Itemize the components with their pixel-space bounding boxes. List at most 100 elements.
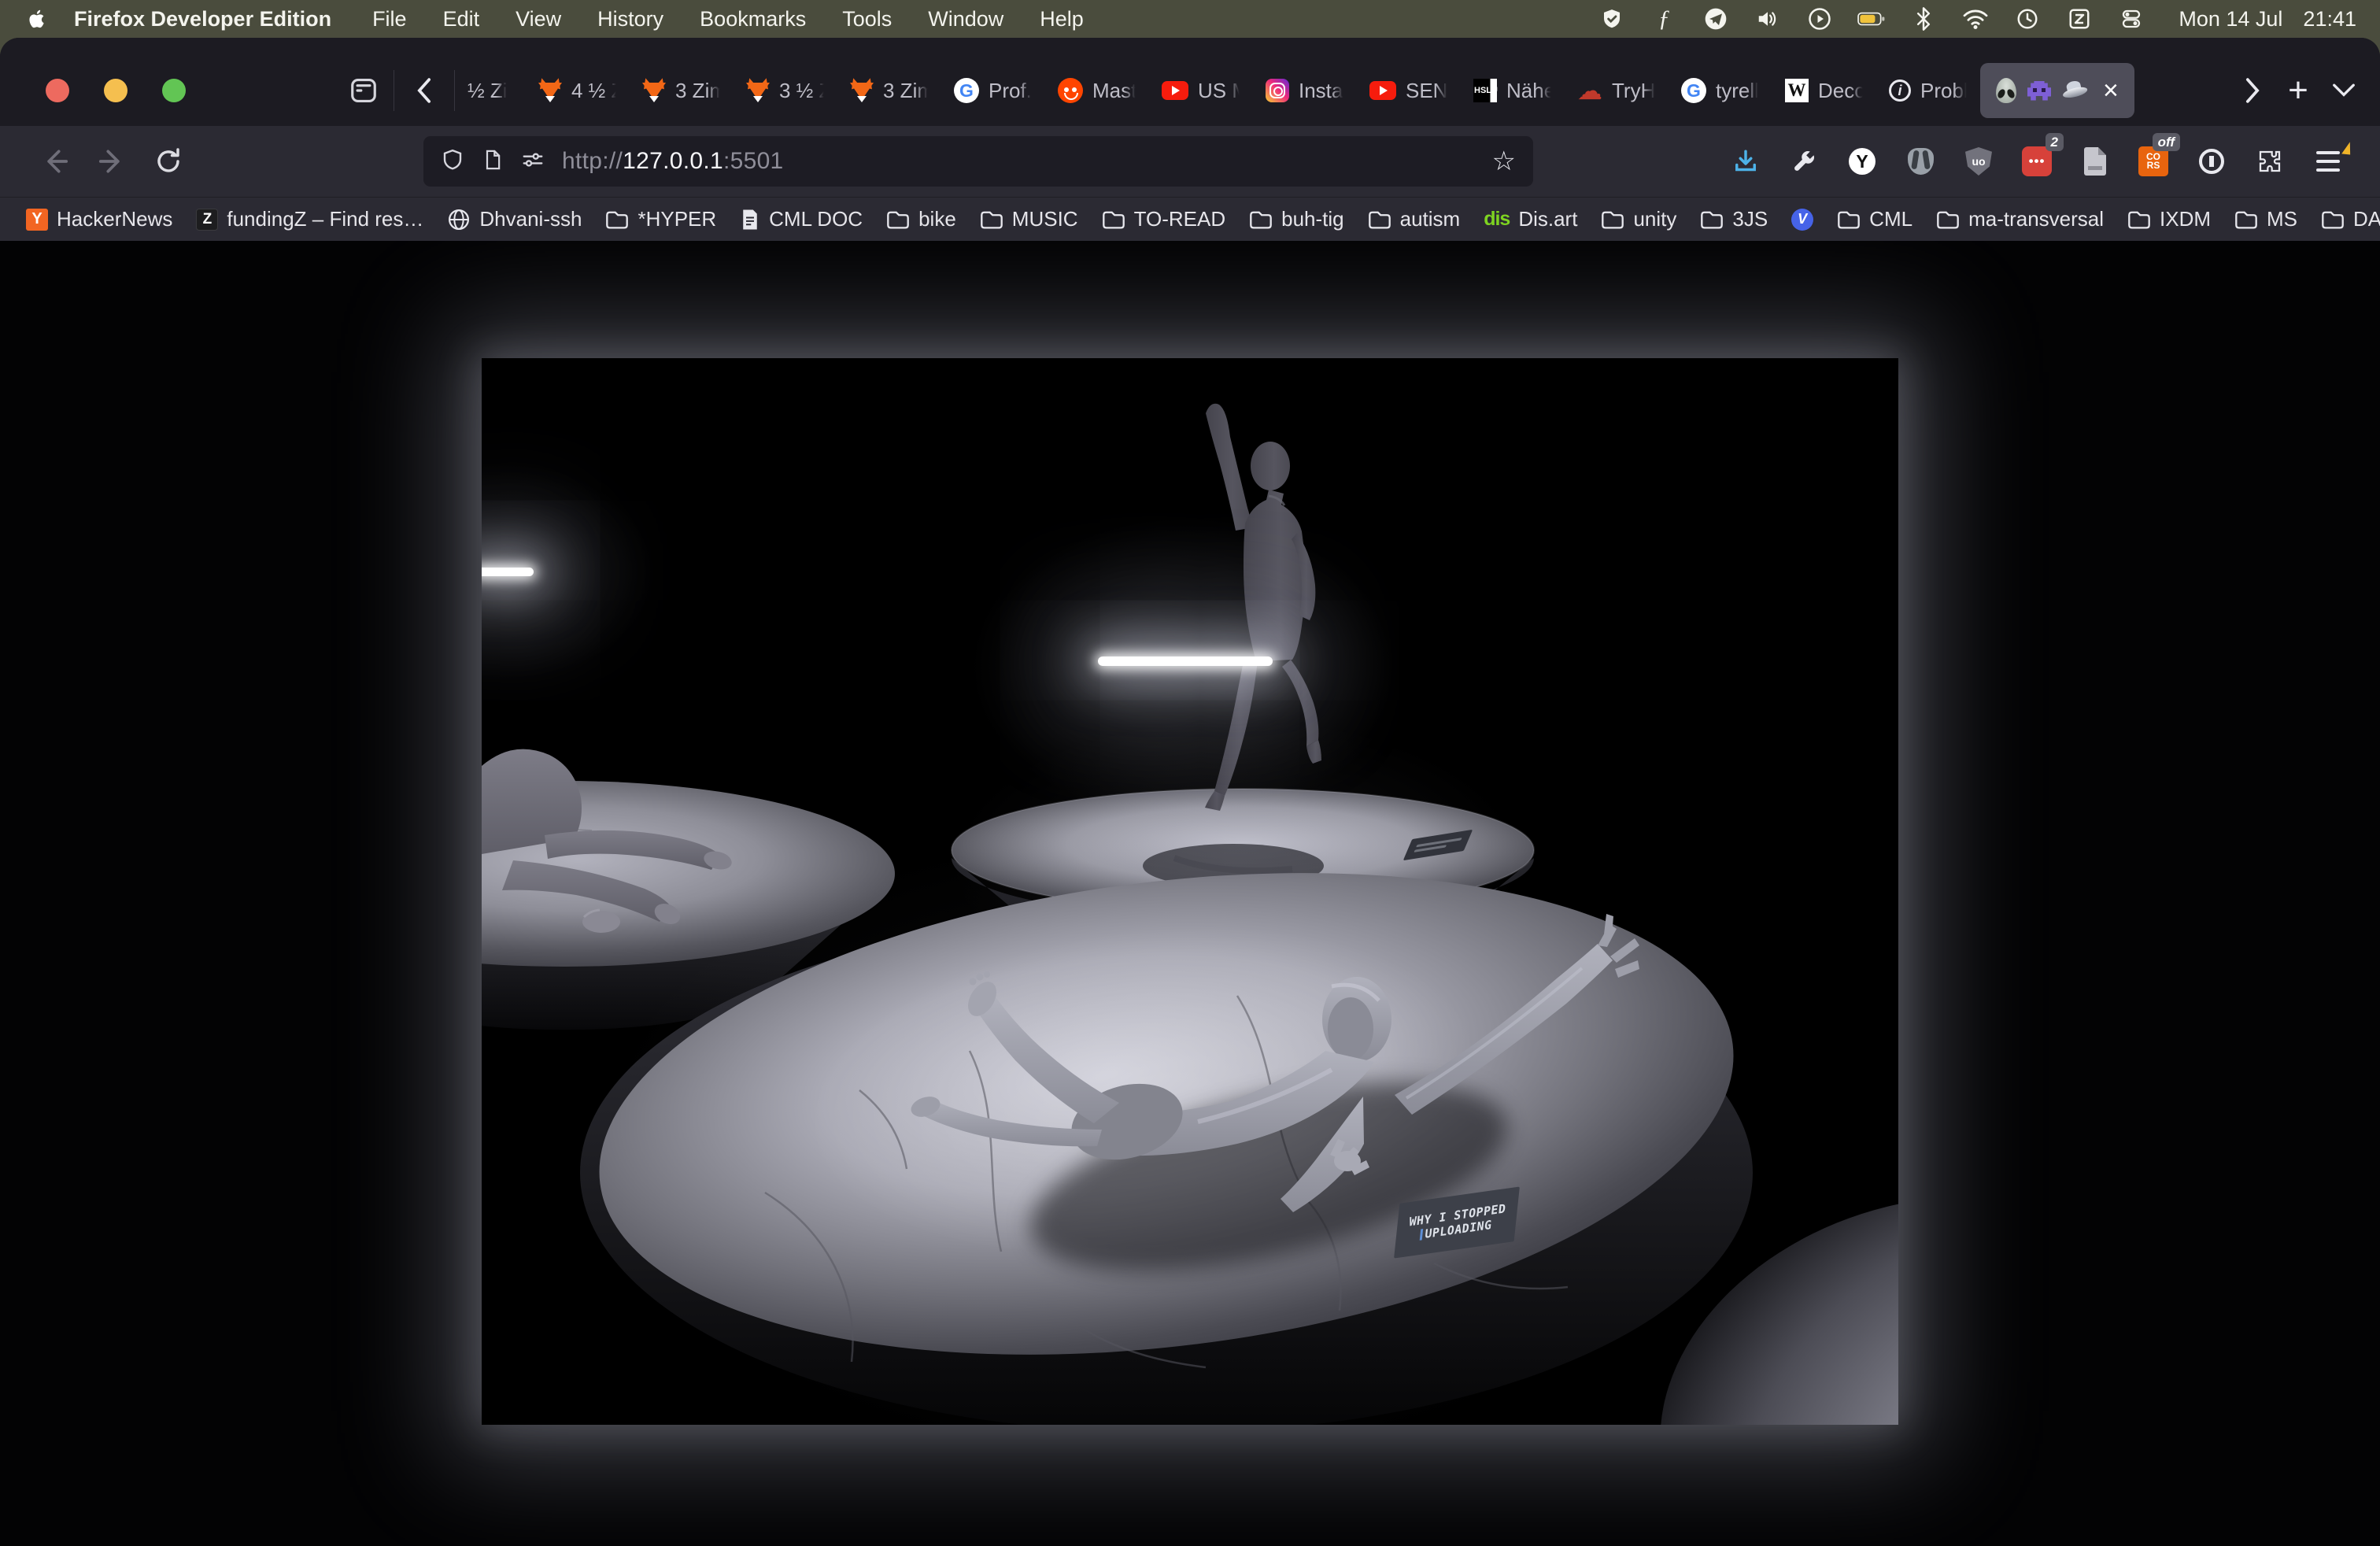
- app-name[interactable]: Firefox Developer Edition: [74, 7, 331, 31]
- reload-button[interactable]: [146, 139, 190, 183]
- url-bar[interactable]: http://127.0.0.1:5501 ☆: [423, 136, 1533, 187]
- bookmark-item-ms[interactable]: MS: [2234, 207, 2297, 231]
- new-tab-button[interactable]: +: [2273, 71, 2323, 110]
- close-tab-icon[interactable]: ×: [2103, 77, 2119, 104]
- bookmark-item-unlabeled[interactable]: V: [1791, 209, 1813, 231]
- bookmark-star-icon[interactable]: ☆: [1492, 146, 1516, 177]
- folder-icon: [1249, 209, 1273, 230]
- tab-7[interactable]: US MA: [1149, 63, 1253, 118]
- bookmark-item--hyper[interactable]: *HYPER: [605, 207, 716, 231]
- tab-3[interactable]: 3 ½ Zi: [734, 63, 837, 118]
- menu-item-file[interactable]: File: [372, 7, 407, 31]
- telegram-icon[interactable]: [1702, 5, 1730, 33]
- bookmark-item-dis-art[interactable]: disDis.art: [1484, 207, 1577, 231]
- bookmark-item-cml[interactable]: CML: [1837, 207, 1913, 231]
- bookmark-item-to-read[interactable]: TO-READ: [1102, 207, 1226, 231]
- play-circle-icon[interactable]: [1805, 5, 1834, 33]
- bookmark-item-fundingz-find-res-[interactable]: ZfundingZ – Find res…: [196, 207, 423, 231]
- flycut-icon[interactable]: [2065, 5, 2094, 33]
- password-manager-icon[interactable]: •••2: [2015, 139, 2059, 183]
- list-all-tabs-button[interactable]: [2323, 68, 2364, 113]
- tab-label: ½ Zi: [468, 79, 508, 103]
- menu-item-edit[interactable]: Edit: [443, 7, 480, 31]
- tab-label: Decol: [1818, 79, 1864, 103]
- tab-6[interactable]: Maste: [1045, 63, 1149, 118]
- flatfox-icon: [850, 81, 874, 100]
- menu-item-history[interactable]: History: [597, 7, 663, 31]
- control-center-icon[interactable]: [2117, 5, 2145, 33]
- scroll-tabs-right-button[interactable]: [2232, 68, 2273, 113]
- tab-13[interactable]: WDecol: [1772, 63, 1876, 118]
- volume-icon[interactable]: [1754, 5, 1782, 33]
- tab-1[interactable]: 4 ½ Zi: [526, 63, 630, 118]
- youtube-icon: [1369, 81, 1396, 100]
- folder-icon: [2127, 209, 2151, 230]
- tab-15[interactable]: ×: [1980, 63, 2134, 118]
- wifi-icon[interactable]: [1961, 5, 1990, 33]
- bookmark-item-3js[interactable]: 3JS: [1700, 207, 1768, 231]
- flux-icon[interactable]: ƒ: [1650, 5, 1678, 33]
- bluetooth-icon[interactable]: [1909, 5, 1938, 33]
- download-icon[interactable]: [1724, 139, 1768, 183]
- tab-8[interactable]: Instag: [1253, 63, 1357, 118]
- shield-icon[interactable]: [441, 148, 464, 176]
- close-window-button[interactable]: [46, 79, 69, 102]
- bookmark-item-data[interactable]: DATA: [2321, 207, 2380, 231]
- forward-button[interactable]: [90, 139, 134, 183]
- neon-light-bar-center: [1098, 656, 1273, 666]
- battery-icon[interactable]: [1857, 5, 1886, 33]
- clock-icon[interactable]: [2013, 5, 2042, 33]
- menubar-clock[interactable]: Mon 14 Jul 21:41: [2179, 7, 2356, 31]
- privacy-badger-icon[interactable]: [1898, 139, 1942, 183]
- scroll-tabs-left-button[interactable]: [404, 68, 445, 113]
- tab-12[interactable]: Gtyrell: [1669, 63, 1772, 118]
- archive-ring-icon[interactable]: [2190, 139, 2234, 183]
- bookmark-item-ixdm[interactable]: IXDM: [2127, 207, 2211, 231]
- tab-10[interactable]: HSLUNäher: [1461, 63, 1565, 118]
- bookmark-item-cml-doc[interactable]: CML DOC: [740, 207, 863, 231]
- bookmark-item-hackernews[interactable]: YHackerNews: [26, 207, 172, 231]
- menu-item-help[interactable]: Help: [1040, 7, 1084, 31]
- wrench-icon[interactable]: [1782, 139, 1826, 183]
- menu-item-view[interactable]: View: [516, 7, 561, 31]
- tab-label: tyrell: [1716, 79, 1759, 103]
- update-alert-badge: [2341, 141, 2352, 154]
- back-button[interactable]: [33, 139, 77, 183]
- bookmark-item-ma-transversal[interactable]: ma-transversal: [1936, 207, 2104, 231]
- y-circle-icon[interactable]: Y: [1840, 139, 1884, 183]
- shield-check-icon[interactable]: [1598, 5, 1626, 33]
- tab-label: 3 ½ Zi: [779, 79, 825, 103]
- tab-5[interactable]: GProf. D: [941, 63, 1045, 118]
- tab-14[interactable]: iProble: [1876, 63, 1980, 118]
- tab-9[interactable]: SENS: [1357, 63, 1461, 118]
- permissions-sliders-icon[interactable]: [521, 148, 545, 176]
- zoom-window-button[interactable]: [162, 79, 186, 102]
- bookmark-item-autism[interactable]: autism: [1368, 207, 1461, 231]
- bookmark-item-buh-tig[interactable]: buh-tig: [1249, 207, 1344, 231]
- tab-0[interactable]: ½ Zi: [464, 63, 526, 118]
- webgl-canvas[interactable]: WHY I STOPPED UPLOADING: [482, 358, 1898, 1425]
- app-menu-icon[interactable]: [2306, 139, 2350, 183]
- url-text[interactable]: http://127.0.0.1:5501: [562, 148, 784, 175]
- bookmark-item-bike[interactable]: bike: [886, 207, 956, 231]
- bookmark-item-music[interactable]: MUSIC: [980, 207, 1078, 231]
- tab-4[interactable]: 3 Zim: [837, 63, 941, 118]
- minimize-window-button[interactable]: [104, 79, 128, 102]
- ublock-icon[interactable]: uo: [1957, 139, 2001, 183]
- bookmark-item-unity[interactable]: unity: [1601, 207, 1676, 231]
- tab-2[interactable]: 3 Zim: [630, 63, 734, 118]
- reader-document-icon[interactable]: [2073, 139, 2117, 183]
- tab-11[interactable]: ☁TryHa: [1565, 63, 1669, 118]
- flatfox-icon: [746, 81, 770, 100]
- menu-item-tools[interactable]: Tools: [842, 7, 892, 31]
- bookmark-item-dhvani-ssh[interactable]: Dhvani-ssh: [447, 207, 582, 231]
- bookmark-label: Dis.art: [1518, 207, 1577, 231]
- menu-item-bookmarks[interactable]: Bookmarks: [700, 7, 806, 31]
- cors-icon[interactable]: CORSoff: [2131, 139, 2175, 183]
- menu-item-window[interactable]: Window: [928, 7, 1003, 31]
- page-info-icon[interactable]: [482, 148, 504, 176]
- puzzle-icon[interactable]: [2248, 139, 2292, 183]
- apple-logo-icon[interactable]: [24, 6, 50, 32]
- tab-label: Prof. D: [989, 79, 1033, 103]
- firefox-view-icon[interactable]: [343, 68, 384, 113]
